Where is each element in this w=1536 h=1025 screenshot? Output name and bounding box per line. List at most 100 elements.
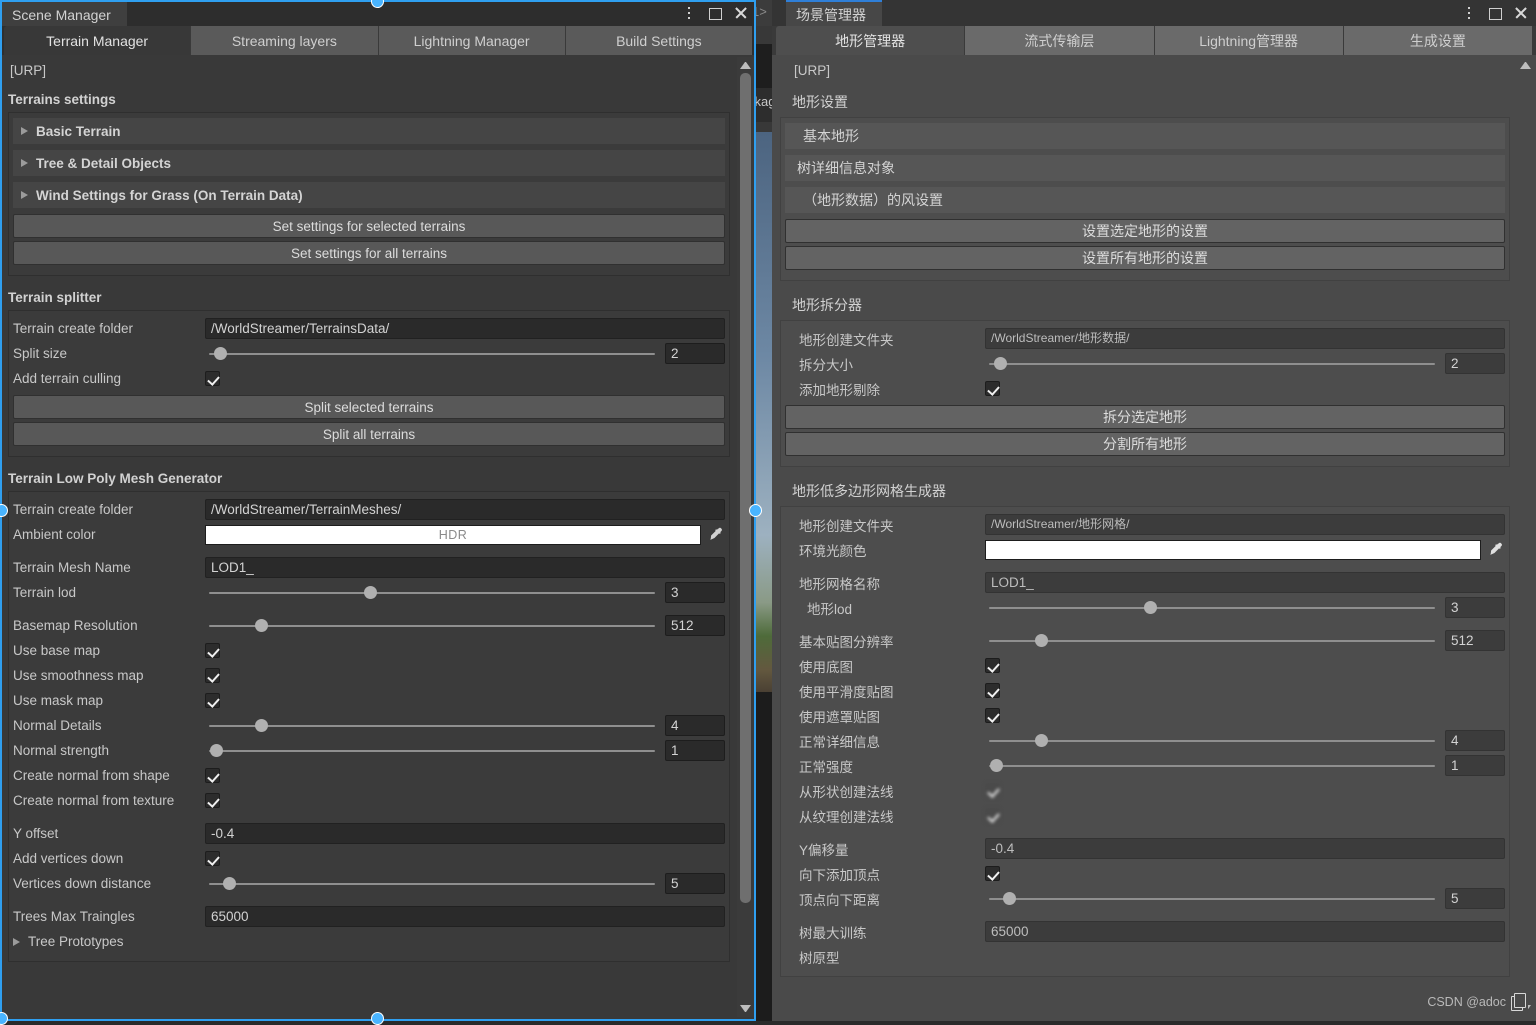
row-tree-prototypes-cn[interactable]: 树原型 [785, 944, 1505, 969]
create-normal-from-shape-checkbox[interactable] [205, 768, 220, 783]
ambient-color-swatch[interactable]: HDR [205, 525, 701, 545]
set-settings-selected-terrains-button-cn[interactable]: 设置选定地形的设置 [785, 219, 1505, 243]
scene-manager-window-chinese[interactable]: 场景管理器 地形管理器 流式传输层 Lightning管理器 生成设置 [URP… [772, 0, 1536, 1021]
vertices-down-distance-slider[interactable] [205, 873, 659, 894]
tree-prototypes-foldout[interactable]: Tree Prototypes [13, 934, 205, 949]
terrain-lod-value-cn[interactable]: 3 [1445, 597, 1505, 618]
split-size-slider[interactable] [205, 343, 659, 364]
scroll-down-arrow-icon[interactable] [740, 1005, 751, 1013]
slider-knob[interactable] [1003, 892, 1016, 905]
slider-knob[interactable] [364, 586, 377, 599]
slider-knob[interactable] [990, 759, 1003, 772]
split-size-value-cn[interactable]: 2 [1445, 353, 1505, 374]
set-settings-selected-terrains-button[interactable]: Set settings for selected terrains [13, 214, 725, 238]
normal-strength-value-cn[interactable]: 1 [1445, 755, 1505, 776]
use-mask-map-checkbox[interactable] [205, 693, 220, 708]
vertices-down-distance-value[interactable]: 5 [665, 873, 725, 894]
tab-build-settings-cn[interactable]: 生成设置 [1344, 26, 1532, 55]
slider-knob[interactable] [994, 357, 1007, 370]
tab-lightning-manager[interactable]: Lightning Manager [379, 26, 566, 55]
y-offset-input-cn[interactable]: -0.4 [985, 838, 1505, 859]
use-smoothness-map-checkbox[interactable] [205, 668, 220, 683]
create-normal-from-texture-checkbox[interactable] [205, 793, 220, 808]
split-all-terrains-button[interactable]: Split all terrains [13, 422, 725, 446]
right-tab-bar[interactable]: 地形管理器 流式传输层 Lightning管理器 生成设置 [772, 26, 1536, 55]
normal-details-value[interactable]: 4 [665, 715, 725, 736]
scroll-up-arrow-icon[interactable] [1520, 61, 1531, 69]
left-tab-bar[interactable]: Terrain Manager Streaming layers Lightni… [0, 26, 756, 55]
right-window-title[interactable]: 场景管理器 [786, 0, 882, 26]
row-tree-prototypes[interactable]: Tree Prototypes [13, 929, 725, 954]
resize-handle-bottom[interactable] [371, 1012, 384, 1025]
use-mask-map-checkbox-cn[interactable] [985, 708, 1000, 723]
terrain-lod-slider-cn[interactable] [985, 597, 1439, 618]
slider-knob[interactable] [1035, 634, 1048, 647]
maximize-icon[interactable] [708, 6, 722, 20]
foldout-tree-detail-objects-cn[interactable]: 树详细信息对象 [785, 155, 1505, 181]
add-vertices-down-checkbox[interactable] [205, 851, 220, 866]
normal-strength-value[interactable]: 1 [665, 740, 725, 761]
terrain-lod-slider[interactable] [205, 582, 659, 603]
right-vertical-scrollbar[interactable] [1517, 57, 1534, 1017]
create-normal-from-texture-checkbox-cn[interactable] [985, 808, 1000, 823]
slider-knob[interactable] [1144, 601, 1157, 614]
set-settings-all-terrains-button[interactable]: Set settings for all terrains [13, 241, 725, 265]
add-terrain-culling-checkbox-cn[interactable] [985, 381, 1000, 396]
normal-strength-slider[interactable] [205, 740, 659, 761]
split-size-value[interactable]: 2 [665, 343, 725, 364]
tab-build-settings[interactable]: Build Settings [566, 26, 752, 55]
scroll-up-arrow-icon[interactable] [740, 61, 751, 69]
slider-knob[interactable] [214, 347, 227, 360]
normal-strength-slider-cn[interactable] [985, 755, 1439, 776]
basemap-resolution-slider-cn[interactable] [985, 630, 1439, 651]
add-terrain-culling-checkbox[interactable] [205, 371, 220, 386]
basemap-resolution-value[interactable]: 512 [665, 615, 725, 636]
foldout-basic-terrain-cn[interactable]: 基本地形 [785, 123, 1505, 149]
foldout-wind-settings-cn[interactable]: （地形数据）的风设置 [785, 187, 1505, 213]
kebab-menu-icon[interactable] [1462, 6, 1476, 20]
scene-manager-window-english[interactable]: Scene Manager Terrain Manager Streaming … [0, 0, 756, 1021]
foldout-tree-detail-objects[interactable]: Tree & Detail Objects [13, 150, 725, 176]
scrollbar-thumb[interactable] [740, 73, 751, 903]
slider-knob[interactable] [255, 719, 268, 732]
set-settings-all-terrains-button-cn[interactable]: 设置所有地形的设置 [785, 246, 1505, 270]
use-base-map-checkbox[interactable] [205, 643, 220, 658]
lowpoly-folder-input-cn[interactable]: /WorldStreamer/地形网格/ [985, 514, 1505, 535]
slider-knob[interactable] [1035, 734, 1048, 747]
eyedropper-icon-cn[interactable] [1485, 542, 1505, 557]
use-base-map-checkbox-cn[interactable] [985, 658, 1000, 673]
tab-streaming-layers[interactable]: Streaming layers [191, 26, 378, 55]
normal-details-slider-cn[interactable] [985, 730, 1439, 751]
mesh-name-input[interactable]: LOD1_ [205, 557, 725, 578]
trees-max-triangles-input[interactable]: 65000 [205, 906, 725, 927]
foldout-basic-terrain[interactable]: Basic Terrain [13, 118, 725, 144]
create-normal-from-shape-checkbox-cn[interactable] [985, 783, 1000, 798]
split-all-terrains-button-cn[interactable]: 分割所有地形 [785, 432, 1505, 456]
split-size-slider-cn[interactable] [985, 353, 1439, 374]
maximize-icon[interactable] [1488, 6, 1502, 20]
vertices-down-distance-slider-cn[interactable] [985, 888, 1439, 909]
normal-details-slider[interactable] [205, 715, 659, 736]
normal-details-value-cn[interactable]: 4 [1445, 730, 1505, 751]
add-vertices-down-checkbox-cn[interactable] [985, 866, 1000, 881]
use-smoothness-map-checkbox-cn[interactable] [985, 683, 1000, 698]
tab-terrain-manager-cn[interactable]: 地形管理器 [776, 26, 965, 55]
tab-terrain-manager[interactable]: Terrain Manager [4, 26, 191, 55]
resize-handle-bottom-left[interactable] [0, 1012, 8, 1025]
trees-max-triangles-input-cn[interactable]: 65000 [985, 921, 1505, 942]
slider-knob[interactable] [255, 619, 268, 632]
vertices-down-distance-value-cn[interactable]: 5 [1445, 888, 1505, 909]
splitter-folder-input[interactable]: /WorldStreamer/TerrainsData/ [205, 318, 725, 339]
splitter-folder-input-cn[interactable]: /WorldStreamer/地形数据/ [985, 328, 1505, 349]
slider-knob[interactable] [210, 744, 223, 757]
foldout-wind-settings[interactable]: Wind Settings for Grass (On Terrain Data… [13, 182, 725, 208]
tab-streaming-layers-cn[interactable]: 流式传输层 [965, 26, 1154, 55]
kebab-menu-icon[interactable] [682, 6, 696, 20]
basemap-resolution-value-cn[interactable]: 512 [1445, 630, 1505, 651]
close-icon[interactable] [1514, 6, 1528, 20]
slider-knob[interactable] [223, 877, 236, 890]
resize-handle-right[interactable] [749, 504, 762, 517]
terrain-lod-value[interactable]: 3 [665, 582, 725, 603]
tab-lightning-manager-cn[interactable]: Lightning管理器 [1155, 26, 1344, 55]
lowpoly-folder-input[interactable]: /WorldStreamer/TerrainMeshes/ [205, 499, 725, 520]
